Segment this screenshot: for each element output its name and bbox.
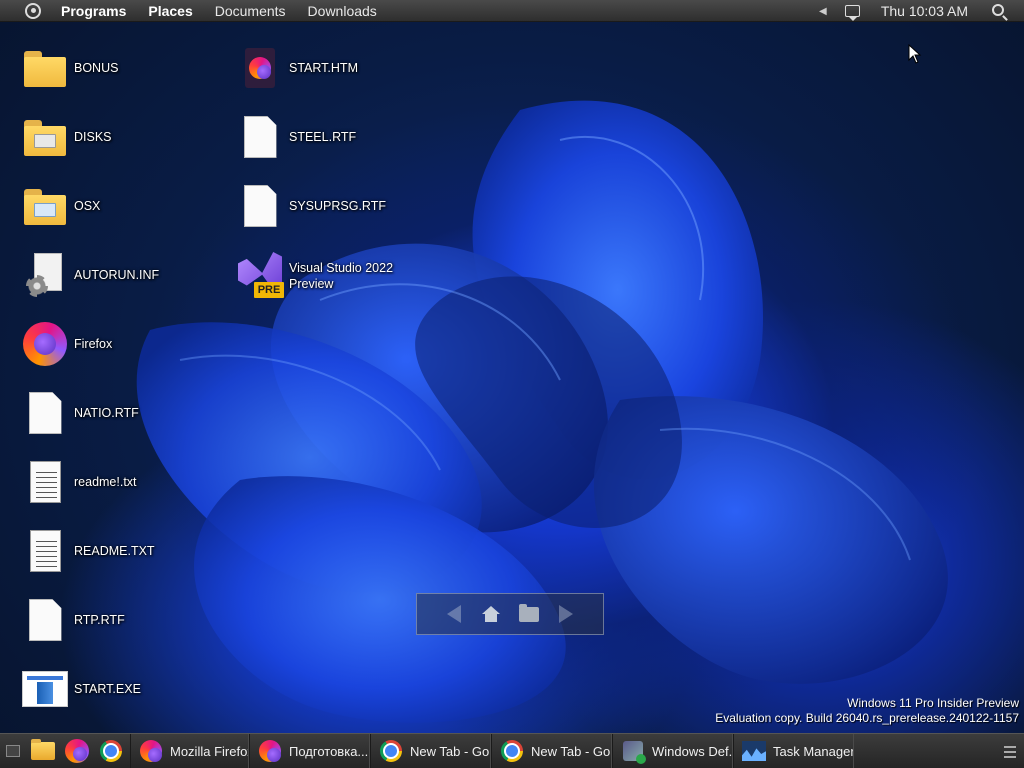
firefox-icon: [258, 739, 282, 763]
task-manager-icon: [742, 739, 766, 763]
desktop-icon-label: DISKS: [74, 130, 112, 144]
desktop-icon-label: BONUS: [74, 61, 119, 75]
task-chrome-new-tab-2[interactable]: New Tab - Go...: [491, 733, 612, 768]
launcher-chrome[interactable]: [94, 734, 128, 768]
desktop-icon-label: Visual Studio 2022 Preview: [289, 261, 394, 291]
task-firefox-preparing[interactable]: Подготовка...: [249, 733, 370, 768]
firefox-icon: [21, 320, 69, 368]
notification-icon[interactable]: [839, 0, 867, 22]
task-label: Mozilla Firefox: [170, 743, 249, 759]
desktop-icon-label: Firefox: [74, 337, 113, 351]
task-firefox[interactable]: Mozilla Firefox: [130, 733, 249, 768]
menu-downloads[interactable]: Downloads: [297, 0, 388, 22]
application-icon: [21, 665, 69, 713]
task-task-manager[interactable]: Task Manager: [733, 733, 854, 768]
desktop-icon-label: START.HTM: [289, 61, 358, 75]
document-icon: [21, 389, 69, 437]
folder-icon[interactable]: [517, 602, 541, 626]
launcher-files[interactable]: [26, 734, 60, 768]
desktop-icon-label: OSX: [74, 199, 101, 213]
menu-programs[interactable]: Programs: [50, 0, 137, 22]
desktop-icon-rtp[interactable]: RTP.RTF: [21, 592, 221, 648]
forward-arrow-icon[interactable]: [554, 602, 578, 626]
desktop-icon-label: RTP.RTF: [74, 613, 125, 627]
desktop-icon-autorun[interactable]: AUTORUN.INF: [21, 247, 221, 303]
desktop-icon-label: README.TXT: [74, 544, 155, 558]
firefox-icon: [65, 739, 89, 763]
desktop-icon-readme-excl[interactable]: readme!.txt: [21, 454, 221, 510]
file-nav-bar: [416, 593, 604, 635]
clock[interactable]: Thu 10:03 AM: [867, 3, 984, 19]
desktop-icon-sysuprsg[interactable]: SYSUPRSG.RTF: [236, 178, 436, 234]
watermark-build: Evaluation copy. Build 26040.rs_prerelea…: [715, 711, 1019, 725]
menu-places[interactable]: Places: [137, 0, 203, 22]
desktop-icon-steel[interactable]: STEEL.RTF: [236, 109, 436, 165]
chrome-icon: [500, 739, 524, 763]
defender-icon: [621, 739, 646, 764]
task-label: New Tab - Go...: [410, 743, 490, 759]
chrome-icon: [379, 739, 403, 763]
folder-icon: [21, 44, 69, 92]
desktop-icon-osx[interactable]: OSX: [21, 178, 221, 234]
firefox-icon: [139, 739, 163, 763]
task-label: Task Manager: [773, 743, 854, 759]
windows-watermark: Windows 11 Pro Insider Preview Evaluatio…: [715, 696, 1019, 726]
desktop-icon-firefox[interactable]: Firefox: [21, 316, 221, 372]
desktop-icon-natio[interactable]: NATIO.RTF: [21, 385, 221, 441]
desktop-icon-start-exe[interactable]: START.EXE: [21, 661, 221, 717]
task-label: Подготовка...: [289, 743, 369, 759]
show-desktop-icon[interactable]: [0, 734, 26, 768]
desktop-icon-label: STEEL.RTF: [289, 130, 357, 144]
text-file-icon: [21, 458, 69, 506]
task-label: Windows Def...: [652, 743, 733, 759]
visual-studio-icon: PRE: [236, 252, 284, 300]
preview-badge: PRE: [254, 282, 284, 298]
desktop-icon-label: SYSUPRSG.RTF: [289, 199, 387, 213]
desktop-icon-label: AUTORUN.INF: [74, 268, 160, 282]
desktop-icon-readme[interactable]: README.TXT: [21, 523, 221, 579]
document-icon: [236, 113, 284, 161]
taskbar: Mozilla Firefox Подготовка... New Tab - …: [0, 733, 1024, 768]
firefox-html-icon: [236, 44, 284, 92]
folder-icon: [21, 113, 69, 161]
task-chrome-new-tab-1[interactable]: New Tab - Go...: [370, 733, 491, 768]
folder-icon: [31, 739, 55, 760]
desktop-icon-bonus[interactable]: BONUS: [21, 40, 221, 96]
menu-documents[interactable]: Documents: [204, 0, 297, 22]
document-icon: [236, 182, 284, 230]
back-arrow-icon[interactable]: [442, 602, 466, 626]
search-icon[interactable]: [984, 0, 1014, 22]
launcher-firefox[interactable]: [60, 734, 94, 768]
desktop-icon-label: START.EXE: [74, 682, 141, 696]
desktop-icon-start-htm[interactable]: START.HTM: [236, 40, 436, 96]
tray-expand-icon[interactable]: ◀: [811, 6, 835, 17]
task-windows-defender[interactable]: Windows Def...: [612, 733, 733, 768]
desktop-icon-visual-studio[interactable]: PRE Visual Studio 2022 Preview: [236, 248, 436, 304]
task-label: New Tab - Go...: [531, 743, 611, 759]
document-icon: [21, 596, 69, 644]
desktop-icon-disks[interactable]: DISKS: [21, 109, 221, 165]
settings-file-icon: [21, 251, 69, 299]
chrome-icon: [100, 740, 122, 762]
desktop-icon-label: NATIO.RTF: [74, 406, 139, 420]
app-menu-icon[interactable]: [16, 0, 50, 22]
desktop-icon-label: readme!.txt: [74, 475, 137, 489]
top-panel: Programs Places Documents Downloads ◀ Th…: [0, 0, 1024, 22]
taskbar-menu-icon[interactable]: [1000, 734, 1020, 768]
text-file-icon: [21, 527, 69, 575]
top-panel-tray: ◀ Thu 10:03 AM: [811, 0, 1024, 22]
folder-icon: [21, 182, 69, 230]
watermark-edition: Windows 11 Pro Insider Preview: [847, 696, 1019, 710]
home-icon[interactable]: [479, 602, 503, 626]
